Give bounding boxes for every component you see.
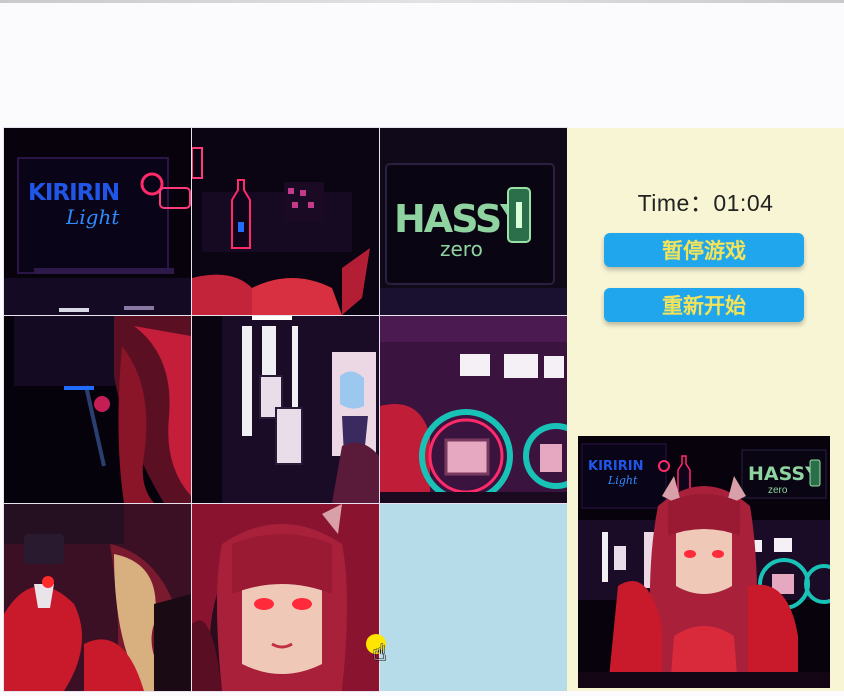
timer-label: Time bbox=[637, 190, 690, 216]
puzzle-empty-slot[interactable] bbox=[380, 504, 567, 691]
sidebar-panel: Time：01:04 暂停游戏 重新开始 KIRIRIN Light HASSY… bbox=[567, 128, 844, 691]
puzzle-tile-3[interactable]: HASSY zero bbox=[379, 127, 568, 316]
timer-separator: ： bbox=[689, 190, 714, 216]
puzzle-tile-2[interactable] bbox=[191, 127, 380, 316]
light-script-sign: Light bbox=[65, 205, 120, 229]
preview-hassy-sign: HASSY bbox=[748, 463, 819, 485]
puzzle-tile-6[interactable] bbox=[379, 315, 568, 504]
puzzle-tile-1[interactable]: KIRIRIN Light bbox=[3, 127, 192, 316]
kiririn-sign: KIRIRIN bbox=[28, 180, 119, 206]
puzzle-tile-5[interactable] bbox=[191, 315, 380, 504]
preview-light-sign: Light bbox=[607, 474, 638, 487]
puzzle-tile-4[interactable] bbox=[3, 315, 192, 504]
pause-game-button[interactable]: 暂停游戏 bbox=[604, 233, 804, 267]
preview-zero-sign: zero bbox=[768, 485, 788, 496]
timer-value: 01:04 bbox=[713, 190, 774, 216]
puzzle-board: KIRIRIN Light HASSY zero bbox=[3, 127, 568, 692]
puzzle-tile-7[interactable] bbox=[3, 503, 192, 692]
puzzle-tile-8[interactable] bbox=[191, 503, 380, 692]
hand-pointer-icon: ☝ bbox=[373, 640, 387, 665]
preview-image: KIRIRIN Light HASSY zero bbox=[578, 436, 830, 688]
restart-game-button[interactable]: 重新开始 bbox=[604, 288, 804, 322]
timer-display: Time：01:04 bbox=[567, 184, 844, 218]
zero-sign: zero bbox=[440, 237, 483, 261]
browser-top-border bbox=[0, 0, 844, 3]
preview-kiririn-sign: KIRIRIN bbox=[588, 459, 644, 474]
